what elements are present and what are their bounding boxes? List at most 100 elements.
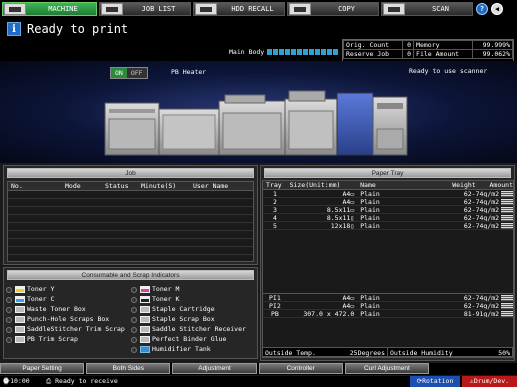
- col-minutes: Minute(S): [141, 182, 177, 190]
- tab-scan[interactable]: SCAN: [381, 1, 473, 16]
- reserve-job-label: Reserve Job: [342, 49, 404, 59]
- scanner-status: Ready to use scanner: [409, 67, 488, 75]
- hdd-recall-icon: [195, 2, 217, 15]
- table-row[interactable]: [8, 215, 253, 223]
- consumable-saddle-receiver[interactable]: Saddle Stitcher Receiver: [131, 325, 246, 334]
- consumable-toner-y[interactable]: Toner Y: [6, 285, 54, 294]
- tray-row[interactable]: PI2 A4▭ Plain 62-74g/m2: [263, 302, 513, 310]
- outside-humidity: Outside Humidity 50%: [388, 348, 513, 357]
- speaker-icon[interactable]: ◀: [491, 2, 503, 15]
- waste-toner-icon: [15, 306, 25, 313]
- amount-icon: [501, 207, 513, 213]
- tab-hdd-recall[interactable]: HDD RECALL: [193, 1, 285, 16]
- both-sides-button[interactable]: Both Sides: [86, 363, 171, 374]
- scan-icon: [383, 2, 405, 15]
- job-table-header: No. Mode Status Minute(S) User Name: [8, 182, 253, 191]
- col-no: No.: [11, 182, 23, 190]
- consumable-toner-k[interactable]: Toner K: [131, 295, 179, 304]
- table-row[interactable]: [8, 239, 253, 247]
- off-option[interactable]: OFF: [126, 68, 147, 78]
- paper-setting-button[interactable]: Paper Setting: [0, 363, 85, 374]
- tray-row[interactable]: PB 307.0 x 472.0 Plain 81-91g/m2: [263, 310, 513, 318]
- top-tab-bar: MACHINE JOB LIST HDD RECALL COPY SCAN ? …: [0, 0, 517, 17]
- binder-glue-icon: [140, 336, 150, 343]
- col-tray: Tray: [266, 181, 282, 189]
- amount-icon: [501, 199, 513, 205]
- tab-machine[interactable]: MACHINE: [2, 1, 97, 16]
- tray-row[interactable]: 5 12x18▯ Plain 62-74g/m2: [263, 222, 513, 230]
- consumable-trim-scrap[interactable]: SaddleStitcher Trim Scrap: [6, 325, 125, 334]
- pb-heater-toggle[interactable]: ON OFF: [110, 67, 148, 79]
- info-icon: i: [7, 22, 21, 36]
- rotation-indicator[interactable]: ⟳Rotation: [410, 376, 460, 387]
- machine-icon: [4, 2, 26, 15]
- consumable-toner-m[interactable]: Toner M: [131, 285, 179, 294]
- consumable-pb-trim[interactable]: PB Trim Scrap: [6, 335, 78, 344]
- saddle-receiver-icon: [140, 326, 150, 333]
- job-list-icon: [101, 2, 123, 15]
- receive-status: ⎙ Ready to receive: [46, 377, 118, 385]
- tab-copy[interactable]: COPY: [287, 1, 379, 16]
- tray-empty-area: [263, 230, 513, 294]
- consumable-waste-toner[interactable]: Waste Toner Box: [6, 305, 86, 314]
- amount-icon: [501, 223, 513, 229]
- col-name: Name: [360, 181, 376, 189]
- consumable-humidifier[interactable]: Humidifier Tank: [131, 345, 211, 354]
- consumable-punch-scrap[interactable]: Punch-Hole Scraps Box: [6, 315, 109, 324]
- job-table[interactable]: No. Mode Status Minute(S) User Name: [7, 181, 254, 262]
- table-row[interactable]: [8, 199, 253, 207]
- humidifier-icon: [140, 346, 150, 353]
- paper-tray-table[interactable]: Tray Size(Unit:mm) Name Weight Amount 1A…: [262, 180, 514, 358]
- job-panel: Job No. Mode Status Minute(S) User Name: [3, 165, 258, 265]
- tray-row[interactable]: 1 A4▭ Plain 62-74g/m2: [263, 190, 513, 198]
- memory-label: Memory: [413, 40, 474, 50]
- toner-y-icon: [15, 286, 25, 293]
- status-message: Ready to print: [27, 22, 129, 36]
- table-row[interactable]: [8, 223, 253, 231]
- amount-icon: [501, 303, 513, 309]
- table-row[interactable]: [8, 207, 253, 215]
- table-row[interactable]: [8, 191, 253, 199]
- trim-scrap-icon: [15, 326, 25, 333]
- adjustment-button[interactable]: Adjustment: [172, 363, 257, 374]
- tray-row[interactable]: 3 8.5x11▭ Plain 62-74g/m2: [263, 206, 513, 214]
- consumable-toner-c[interactable]: Toner C: [6, 295, 54, 304]
- table-row[interactable]: [8, 247, 253, 255]
- tray-row[interactable]: 4 8.5x11▯ Plain 62-74g/m2: [263, 214, 513, 222]
- footer-bar: ⌚10:00 ⎙ Ready to receive ⟳Rotation ⚠Dru…: [0, 376, 517, 387]
- printer-illustration: [104, 90, 408, 156]
- toner-k-icon: [140, 296, 150, 303]
- main-body-meter: [267, 49, 339, 55]
- reserve-job-value: 0: [402, 49, 415, 59]
- drum-dev-indicator[interactable]: ⚠Drum/Dev.: [462, 376, 517, 387]
- staple-cartridge-icon: [140, 306, 150, 313]
- punch-scrap-icon: [15, 316, 25, 323]
- orig-count-value: 0: [402, 40, 415, 50]
- curl-adjustment-button[interactable]: Curl Adjustment: [344, 363, 430, 374]
- help-button[interactable]: ?: [476, 2, 488, 15]
- amount-icon: [501, 295, 513, 301]
- col-user-name: User Name: [193, 182, 229, 190]
- tray-row[interactable]: PI1 A4▭ Plain 62-74g/m2: [263, 294, 513, 302]
- table-row[interactable]: [8, 231, 253, 239]
- col-status: Status: [105, 182, 129, 190]
- job-list-rows: [8, 191, 253, 255]
- memory-value: 99.999%: [472, 40, 513, 50]
- controller-button[interactable]: Controller: [258, 363, 343, 374]
- staple-scrap-icon: [140, 316, 150, 323]
- outside-temp: Outside Temp. 25Degrees: [263, 348, 388, 357]
- col-weight: Weight: [452, 181, 476, 189]
- consumable-staple-scrap[interactable]: Staple Scrap Box: [131, 315, 215, 324]
- machine-screen: MACHINE JOB LIST HDD RECALL COPY SCAN ? …: [0, 0, 517, 387]
- consumable-binder-glue[interactable]: Perfect Binder Glue: [131, 335, 226, 344]
- consumable-staple-cartridge[interactable]: Staple Cartridge: [131, 305, 215, 314]
- amount-icon: [501, 215, 513, 221]
- col-mode: Mode: [65, 182, 81, 190]
- amount-icon: [501, 311, 513, 317]
- tab-job-list[interactable]: JOB LIST: [99, 1, 191, 16]
- bottom-tab-bar: Paper Setting Both Sides Adjustment Cont…: [0, 363, 517, 375]
- amount-icon: [501, 191, 513, 197]
- tray-row[interactable]: 2 A4▭ Plain 62-74g/m2: [263, 198, 513, 206]
- machine-view: ON OFF PB Heater Ready to use scanner: [0, 61, 517, 163]
- on-option[interactable]: ON: [111, 68, 127, 78]
